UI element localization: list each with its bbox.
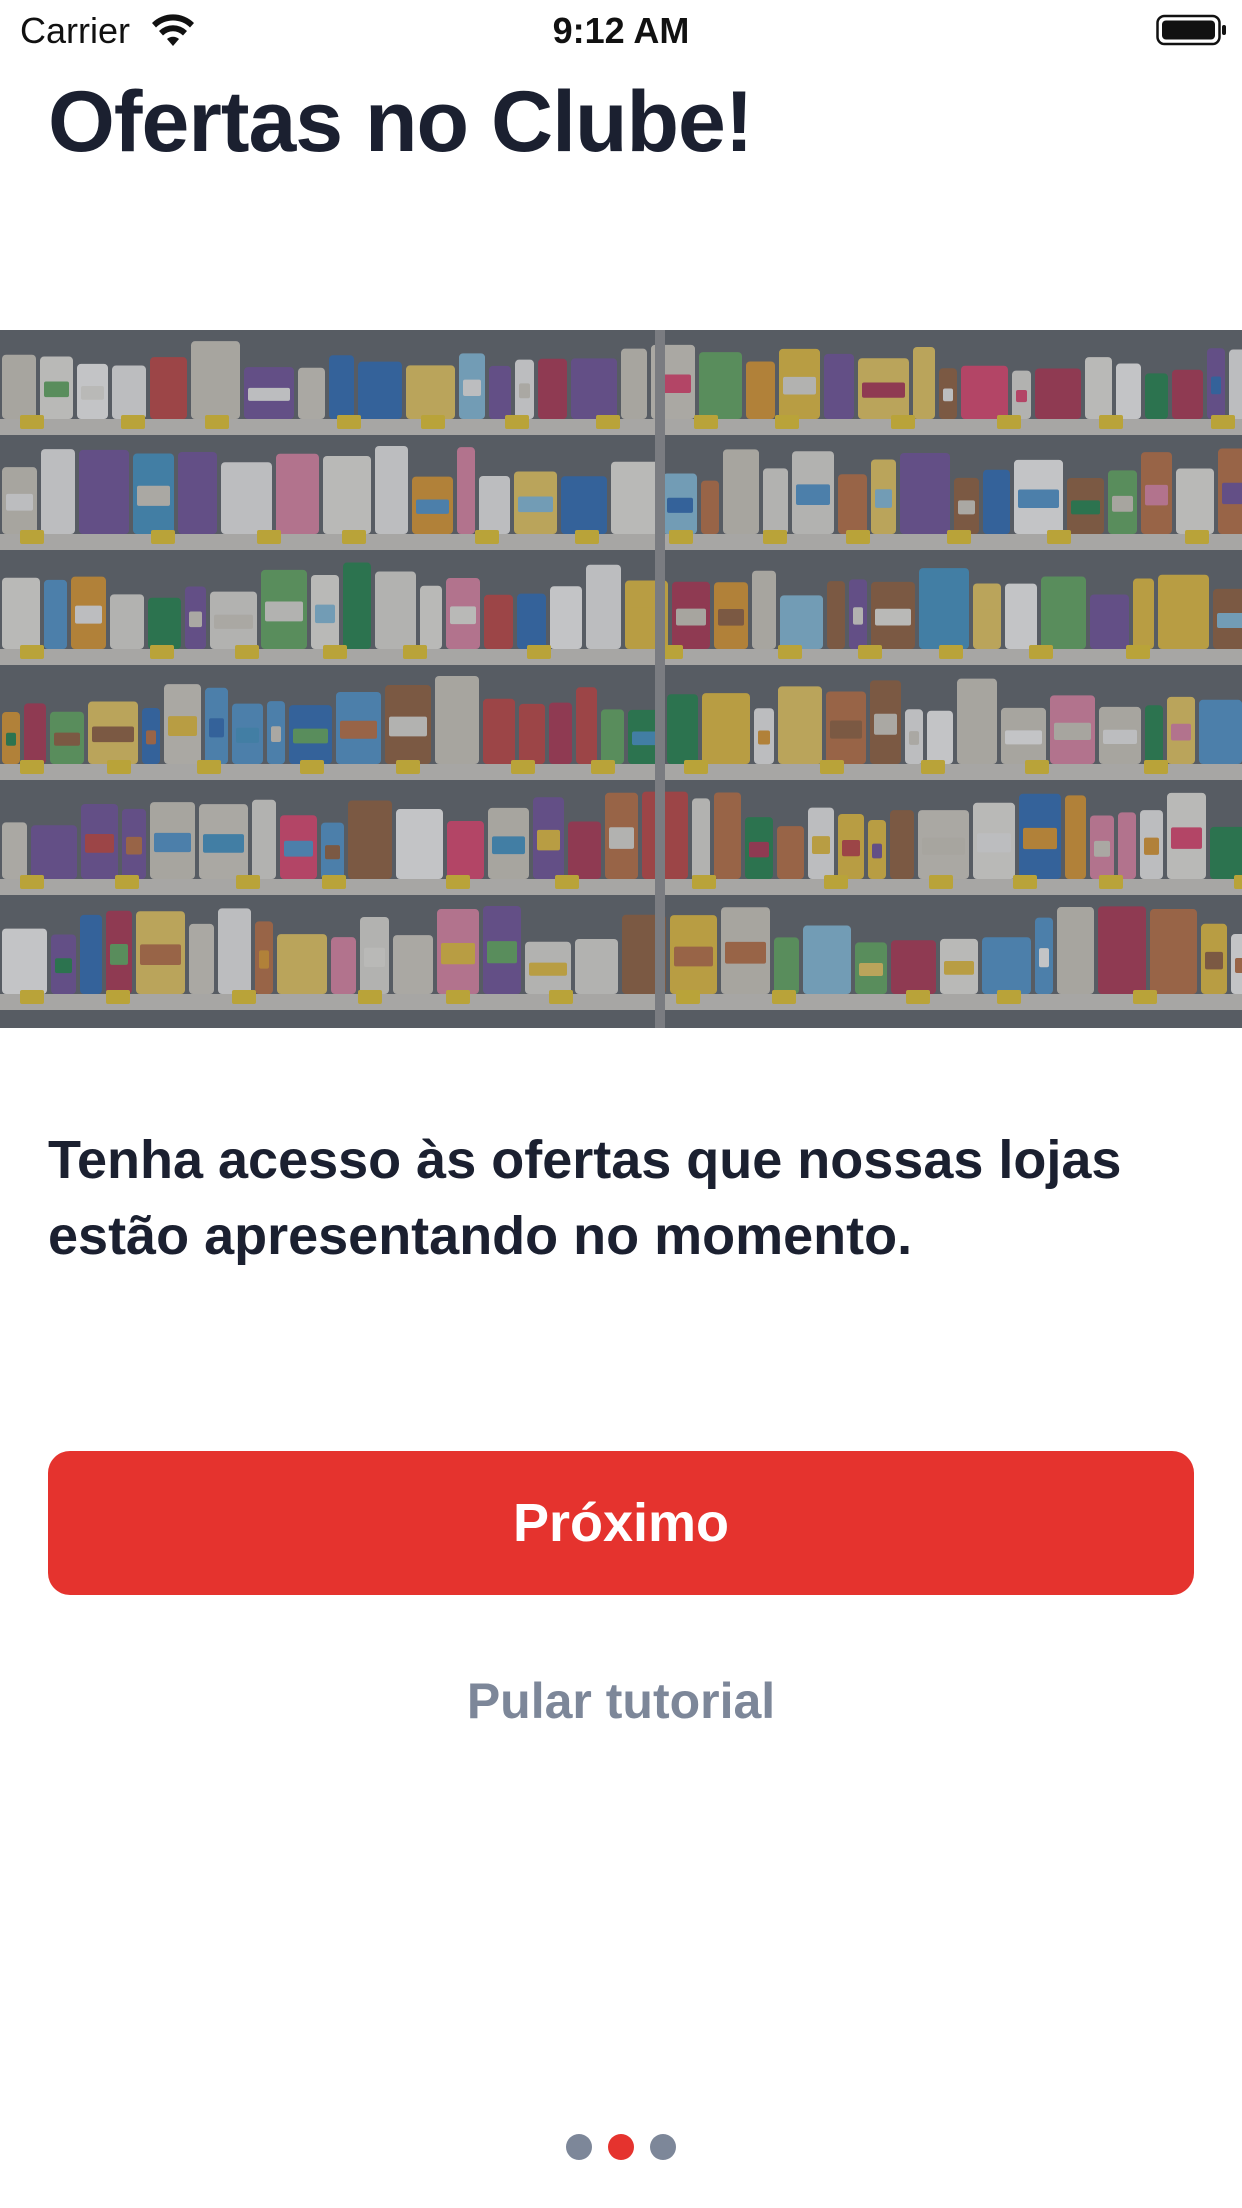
page-dot-3[interactable]: [650, 2134, 676, 2160]
description-text: Tenha acesso às ofertas que nossas lojas…: [48, 1130, 1122, 1266]
page-title: Ofertas no Clube!: [48, 74, 754, 170]
page-dot-1[interactable]: [566, 2134, 592, 2160]
page-indicator: [0, 2134, 1242, 2160]
next-button[interactable]: Próximo: [48, 1451, 1194, 1595]
status-time: 9:12 AM: [552, 10, 690, 51]
skip-tutorial-link[interactable]: Pular tutorial: [0, 1668, 1242, 1734]
battery-icon: [1156, 14, 1226, 46]
page-dot-2[interactable]: [608, 2134, 634, 2160]
supermarket-shelves-image: [0, 330, 1242, 1028]
status-bar: Carrier 9:12 AM: [0, 0, 1242, 62]
